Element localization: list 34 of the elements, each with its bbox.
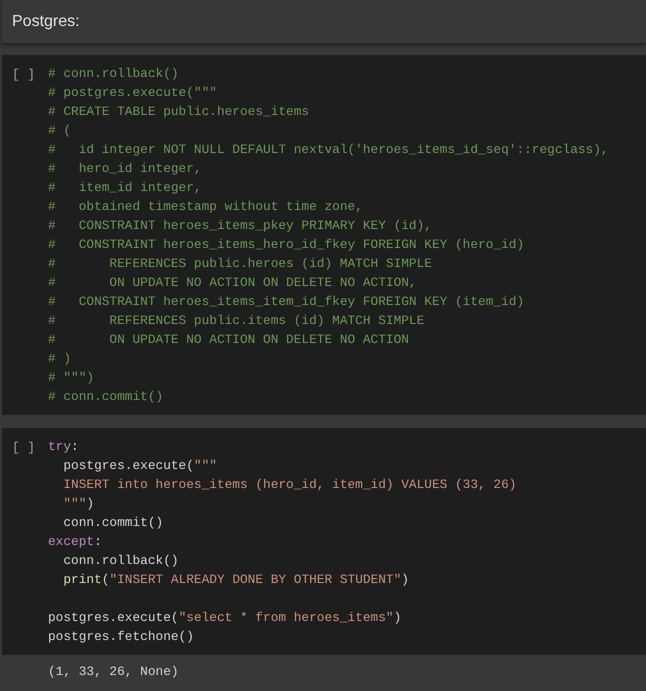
code-line: # CONSTRAINT heroes_items_hero_id_fkey FOREIGN KEY (hero_id) — [48, 236, 524, 254]
code-line: # ( — [48, 122, 72, 140]
code-cell[interactable] — [2, 55, 646, 415]
code-line: postgres.execute(""" — [62, 457, 217, 475]
code-line: print("INSERT ALREADY DONE BY OTHER STUDENT") — [62, 571, 409, 589]
code-line: INSERT into heroes_items (hero_id, item_id) VALUES (33, 26) — [62, 476, 516, 494]
run-prompt[interactable]: [ ] — [12, 440, 36, 455]
code-line: # CONSTRAINT heroes_items_pkey PRIMARY KEY (id), — [48, 217, 432, 235]
code-line: conn.rollback() — [62, 552, 179, 570]
code-line: postgres.execute("select * from heroes_items") — [48, 609, 402, 627]
code-line: # """) — [48, 369, 94, 387]
code-line: # hero_id integer, — [48, 160, 202, 178]
code-line: # id integer NOT NULL DEFAULT nextval('heroes_items_id_seq'::regclass), — [48, 141, 609, 159]
code-line: try: — [48, 438, 79, 456]
cell-output: (1, 33, 26, None) — [48, 662, 179, 681]
code-line: # item_id integer, — [48, 179, 202, 197]
code-cell[interactable] — [2, 428, 646, 655]
code-line: # conn.rollback() — [48, 65, 179, 83]
code-line: # REFERENCES public.heroes (id) MATCH SIMPLE — [48, 255, 432, 273]
run-prompt[interactable]: [ ] — [12, 67, 36, 82]
code-line: # conn.commit() — [48, 388, 164, 406]
code-line: # ) — [48, 350, 72, 368]
code-line: # REFERENCES public.items (id) MATCH SIMPLE — [48, 312, 424, 330]
code-line: # CREATE TABLE public.heroes_items — [48, 103, 310, 121]
code-line: postgres.fetchone() — [48, 628, 194, 646]
code-line: # obtained timestamp without time zone, — [48, 198, 363, 216]
code-line: # CONSTRAINT heroes_items_item_id_fkey FOREIGN KEY (item_id) — [48, 293, 524, 311]
code-line: # postgres.execute(""" — [48, 84, 217, 102]
code-line: # ON UPDATE NO ACTION ON DELETE NO ACTION — [48, 331, 409, 349]
section-title: Postgres: — [12, 12, 80, 32]
code-line: # ON UPDATE NO ACTION ON DELETE NO ACTION, — [48, 274, 417, 292]
code-line: """) — [62, 495, 94, 513]
code-line: conn.commit() — [62, 514, 164, 532]
code-line: except: — [48, 533, 102, 551]
